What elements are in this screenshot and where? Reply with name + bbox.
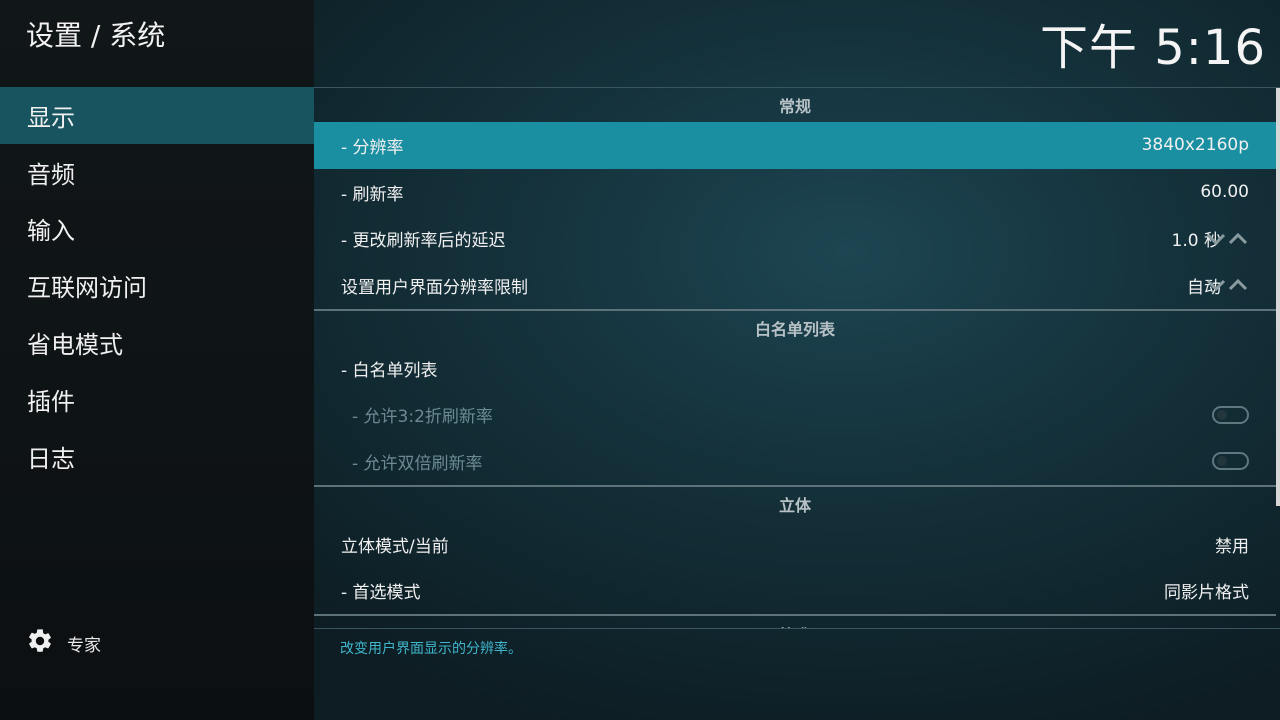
sidebar-menu: 显示 音频 输入 互联网访问 省电模式 插件 日志 [0, 87, 314, 485]
scrollbar[interactable] [1276, 88, 1280, 506]
setting-gui-resolution-limit[interactable]: 设置用户界面分辨率限制 自动 [314, 262, 1276, 309]
setting-refresh-rate[interactable]: - 刷新率 60.00 [314, 169, 1276, 216]
setting-label: 立体模式/当前 [341, 536, 449, 557]
section-header-whitelist: 白名单列表 [754, 319, 835, 339]
breadcrumb: 设置 / 系统 [26, 19, 166, 52]
setting-preferred-mode[interactable]: - 首选模式 同影片格式 [314, 568, 1276, 615]
settings-panel: 下午 5:16 常规 - 分辨率 3840x2160p - 刷新率 60.00 … [314, 0, 1280, 720]
toggle-switch [1212, 405, 1249, 424]
setting-value: 同影片格式 [1164, 583, 1249, 604]
sidebar-item-power-saving[interactable]: 省电模式 [0, 314, 314, 371]
clock: 下午 5:16 [1039, 20, 1266, 76]
settings-list: 常规 - 分辨率 3840x2160p - 刷新率 60.00 - 更改刷新率后… [314, 88, 1276, 628]
setting-label: - 白名单列表 [341, 360, 438, 381]
sidebar: 设置 / 系统 显示 音频 输入 互联网访问 省电模式 插件 日志 专家 [0, 0, 314, 720]
sidebar-item-audio[interactable]: 音频 [0, 144, 314, 201]
sidebar-item-logging[interactable]: 日志 [0, 428, 314, 485]
setting-description: 改变用户界面显示的分辨率。 [340, 641, 522, 657]
setting-resolution[interactable]: - 分辨率 3840x2160p [314, 122, 1276, 169]
kodi-settings-screen: 设置 / 系统 显示 音频 输入 互联网访问 省电模式 插件 日志 专家 下午 … [0, 0, 1280, 720]
gear-icon [26, 627, 54, 660]
setting-label: 设置用户界面分辨率限制 [341, 277, 528, 298]
section-header-calibration: 校准 [314, 616, 1276, 628]
sidebar-item-internet-access[interactable]: 互联网访问 [0, 257, 314, 314]
setting-allow-double-refresh: - 允许双倍刷新率 [314, 438, 1276, 485]
sidebar-item-input[interactable]: 输入 [0, 201, 314, 258]
setting-allow-32-pulldown: - 允许3:2折刷新率 [314, 391, 1276, 438]
setting-label: - 分辨率 [341, 137, 404, 158]
setting-label: - 允许3:2折刷新率 [352, 407, 493, 428]
setting-value: 60.00 [1200, 182, 1249, 203]
setting-label: - 允许双倍刷新率 [352, 453, 483, 474]
sidebar-item-display[interactable]: 显示 [0, 87, 314, 144]
section-header-stereoscopic: 立体 [778, 495, 811, 515]
sidebar-item-addons[interactable]: 插件 [0, 371, 314, 428]
settings-level-button[interactable]: 专家 [26, 627, 101, 659]
bottom-divider [314, 628, 1280, 629]
toggle-switch [1212, 452, 1249, 471]
setting-label: - 更改刷新率后的延迟 [341, 231, 506, 252]
setting-refresh-delay[interactable]: - 更改刷新率后的延迟 1.0 秒 [314, 215, 1276, 262]
setting-whitelist[interactable]: - 白名单列表 [314, 345, 1276, 392]
setting-value: 禁用 [1215, 536, 1249, 557]
spinner-arrows-icon[interactable] [1206, 278, 1250, 292]
section-header-general: 常规 [778, 97, 811, 116]
spinner-arrows-icon[interactable] [1206, 232, 1250, 246]
setting-value: 3840x2160p [1141, 135, 1249, 156]
setting-label: - 首选模式 [341, 583, 421, 604]
setting-stereo-mode[interactable]: 立体模式/当前 禁用 [314, 521, 1276, 568]
setting-label: - 刷新率 [341, 184, 404, 205]
settings-level-label: 专家 [67, 635, 101, 656]
